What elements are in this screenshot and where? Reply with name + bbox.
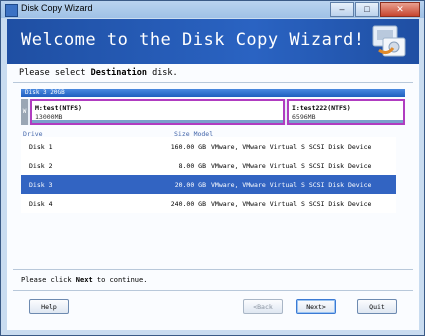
disk-row-2[interactable]: Disk 2 8.00 GB VMware, VMware Virtual S … [21,156,396,175]
disk-map-head: W [21,99,28,125]
disk-list: Disk 1 160.00 GB VMware, VMware Virtual … [21,137,396,213]
disk-map-header: Disk 3 20GB [21,89,405,97]
disk-size: 8.00 GB [178,162,206,170]
minimize-button[interactable]: – [330,2,354,17]
disk-drive: Disk 4 [29,200,53,208]
header-banner: Welcome to the Disk Copy Wizard! [7,19,419,64]
partition-usage-bar [32,120,283,123]
page-title: Welcome to the Disk Copy Wizard! [21,30,365,50]
partition-name: I:test222(NTFS) [292,104,351,112]
footer-instruction: Please click Next to continue. [21,276,147,284]
divider [13,290,413,291]
disk-map: W M:test(NTFS) 13000MB I:test222(NTFS) 6… [21,99,405,125]
footer-suffix: to continue. [92,276,148,284]
footer-emphasis: Next [75,276,93,284]
footer-prefix: Please click [21,276,76,284]
divider [13,269,413,270]
title-bar[interactable]: Disk Copy Wizard – □ ✕ [1,1,424,18]
window-controls: – □ ✕ [329,2,420,17]
close-button[interactable]: ✕ [380,2,420,17]
wizard-content: Please select Destination disk. Disk 3 2… [7,64,419,330]
partition-name: M:test(NTFS) [35,104,82,112]
quit-button[interactable]: Quit [357,299,397,314]
window-title: Disk Copy Wizard [21,3,93,13]
disk-row-4[interactable]: Disk 4 240.00 GB VMware, VMware Virtual … [21,194,396,213]
disk-model: VMware, VMware Virtual S SCSI Disk Devic… [211,143,372,151]
instruction-text: Please select Destination disk. [19,68,178,78]
instruction-prefix: Please select [19,68,91,78]
divider [13,82,413,83]
help-button[interactable]: Help [29,299,69,314]
disk-size: 240.00 GB [170,200,206,208]
disk-copy-icon [372,25,406,57]
partition-m[interactable]: M:test(NTFS) 13000MB [30,99,285,125]
disk-drive: Disk 2 [29,162,53,170]
wizard-window: Disk Copy Wizard – □ ✕ Welcome to the Di… [0,0,425,336]
partition-usage-bar [289,120,403,123]
disk-row-3-selected[interactable]: Disk 3 20.00 GB VMware, VMware Virtual S… [21,175,396,194]
instruction-suffix: disk. [146,68,178,78]
partition-i[interactable]: I:test222(NTFS) 6596MB [287,99,405,125]
disk-model: VMware, VMware Virtual S SCSI Disk Devic… [211,162,372,170]
disk-drive: Disk 3 [29,181,53,189]
disk-model: VMware, VMware Virtual S SCSI Disk Devic… [211,181,372,189]
maximize-button[interactable]: □ [355,2,379,17]
back-button[interactable]: <Back [243,299,283,314]
instruction-emphasis: Destination [90,68,147,78]
next-button[interactable]: Next> [296,299,336,314]
disk-row-1[interactable]: Disk 1 160.00 GB VMware, VMware Virtual … [21,137,396,156]
disk-size: 160.00 GB [170,143,206,151]
disk-model: VMware, VMware Virtual S SCSI Disk Devic… [211,200,372,208]
disk-drive: Disk 1 [29,143,53,151]
disk-size: 20.00 GB [174,181,206,189]
app-icon [5,4,18,17]
